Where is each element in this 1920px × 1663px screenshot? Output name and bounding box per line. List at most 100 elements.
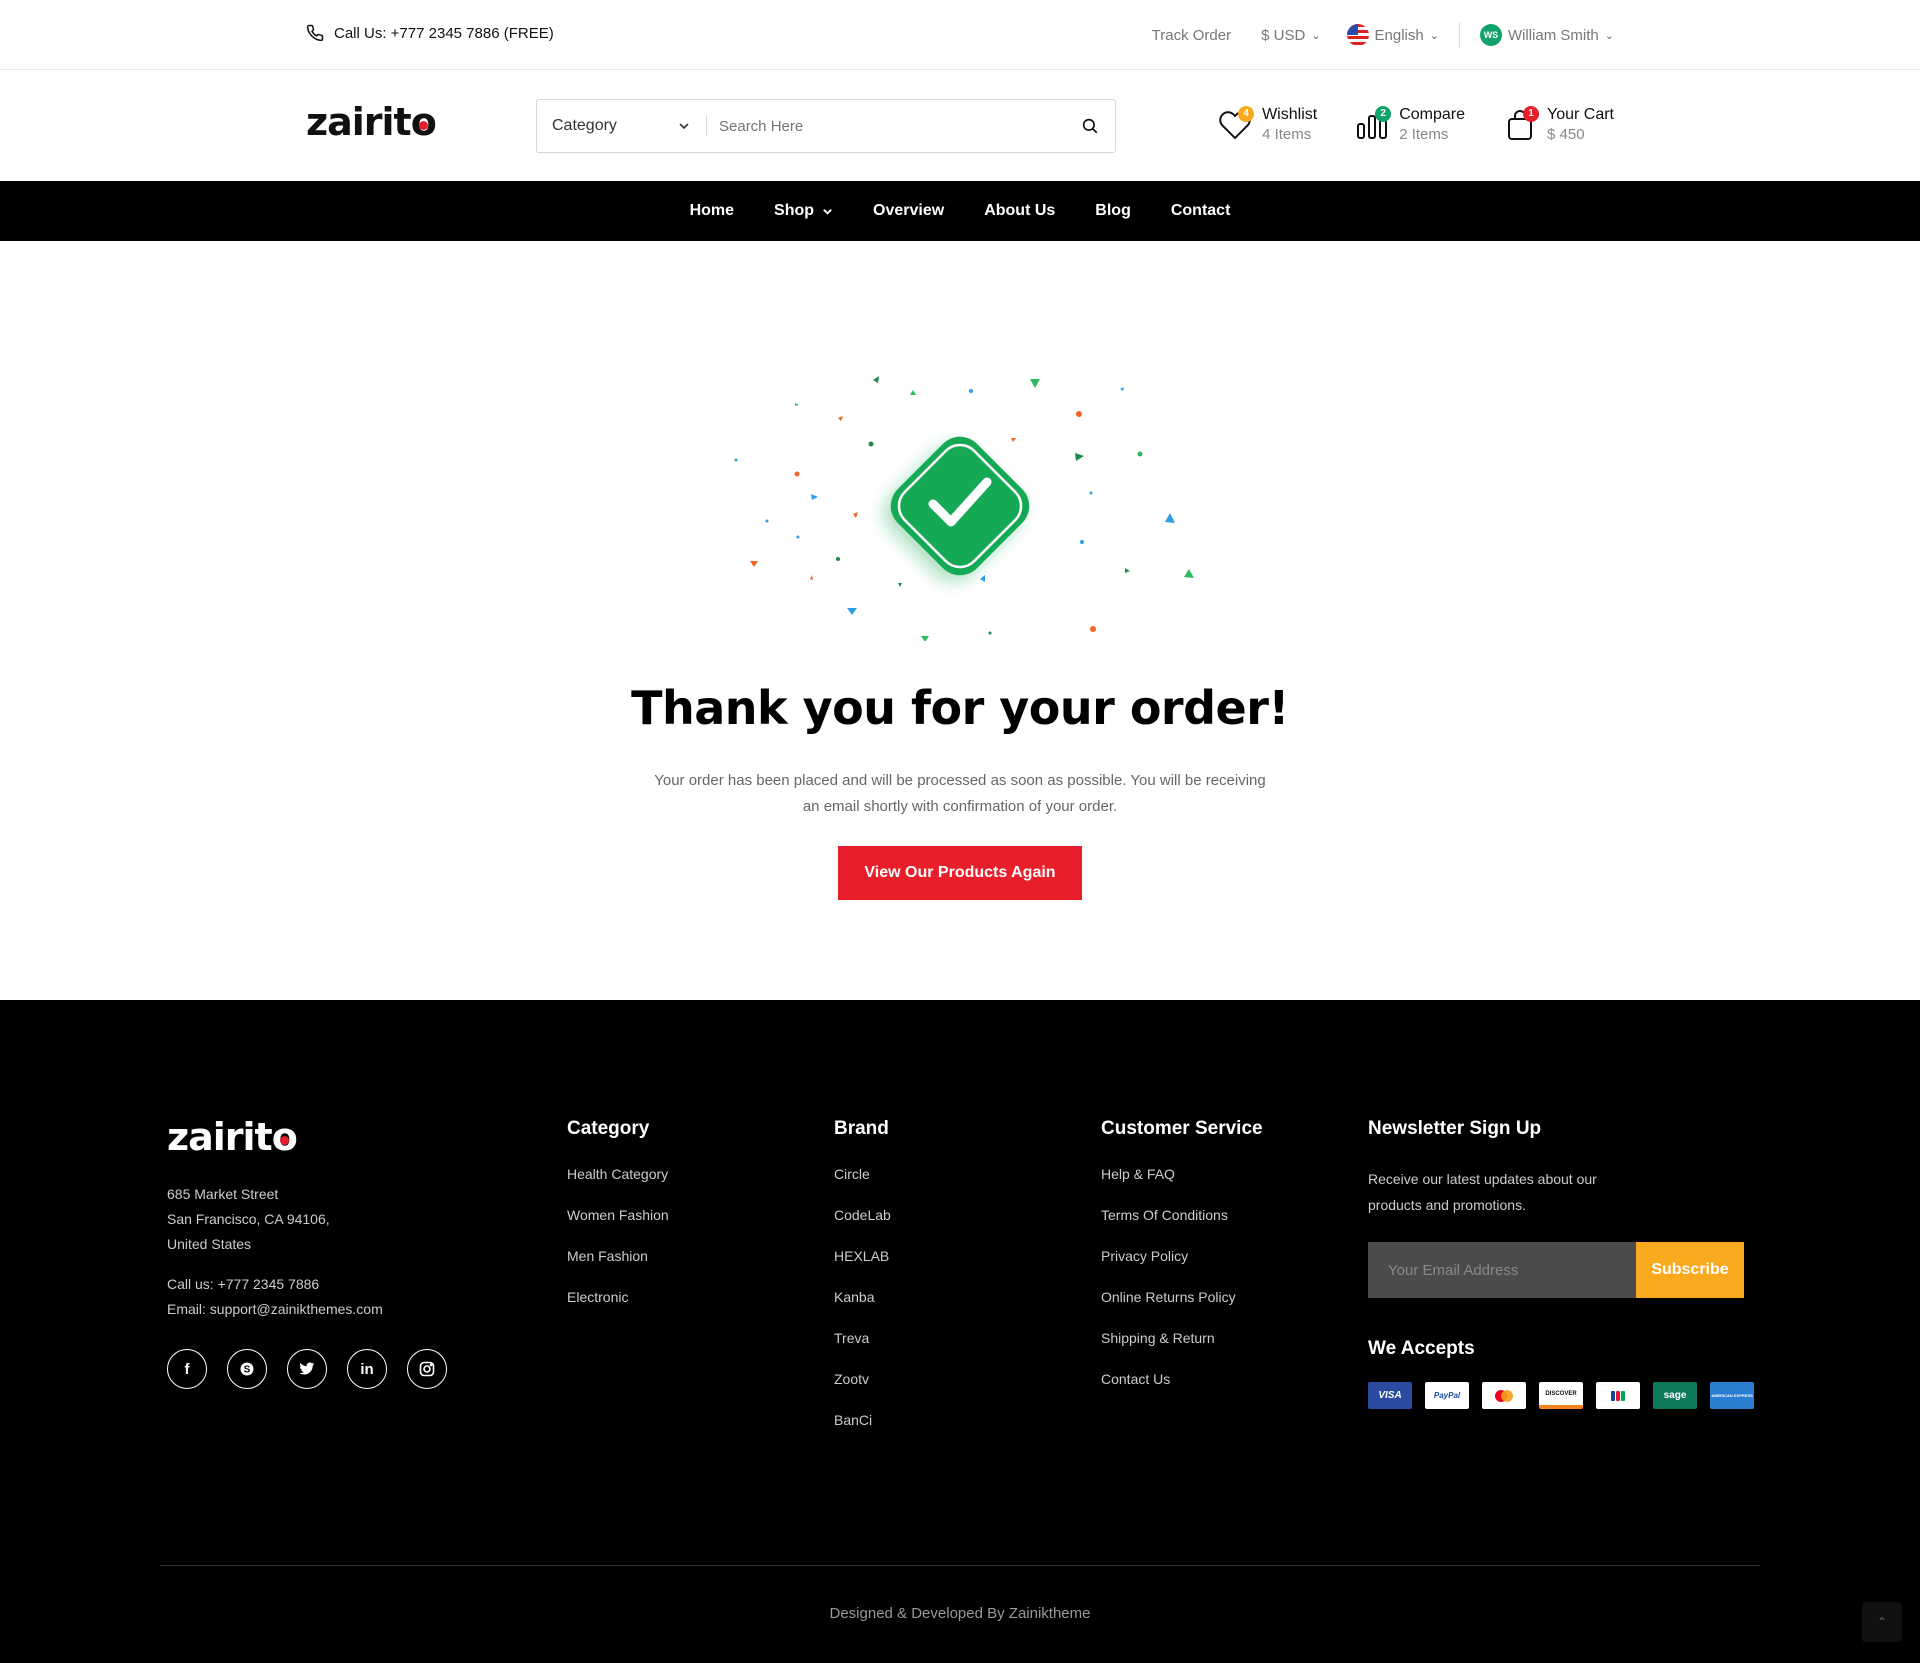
footer-link[interactable]: Terms Of Conditions: [1101, 1207, 1263, 1248]
footer-link[interactable]: BanCi: [834, 1412, 891, 1453]
payment-title: We Accepts: [1368, 1338, 1475, 1359]
footer-link[interactable]: Treva: [834, 1330, 891, 1371]
address-line: San Francisco, CA 94106,: [167, 1211, 330, 1227]
footer-link[interactable]: Online Returns Policy: [1101, 1289, 1263, 1330]
facebook-icon[interactable]: f: [167, 1349, 207, 1389]
search-icon: [1082, 118, 1098, 134]
footer-address: 685 Market Street San Francisco, CA 9410…: [167, 1182, 330, 1257]
language-selector[interactable]: English ⌄: [1346, 24, 1439, 46]
footer-link[interactable]: Zootv: [834, 1371, 891, 1412]
user-name: William Smith: [1507, 26, 1599, 44]
view-products-button[interactable]: View Our Products Again: [838, 846, 1082, 900]
footer-brand-column: Brand Circle CodeLab HEXLAB Kanba Treva …: [834, 1118, 891, 1453]
search-button[interactable]: [1065, 100, 1115, 152]
column-title: Brand: [834, 1118, 889, 1139]
compare-badge: 2: [1375, 105, 1392, 122]
svg-text:S: S: [244, 1365, 251, 1376]
amex-icon: AMERICAN EXPRESS: [1710, 1382, 1754, 1409]
nav-shop-label: Shop: [774, 202, 815, 219]
newsletter-text: Receive our latest updates about our pro…: [1368, 1171, 1597, 1213]
search-bar: Category: [536, 99, 1116, 153]
logo-dot-letter: o: [272, 1115, 298, 1159]
newsletter-email-input[interactable]: [1368, 1242, 1636, 1298]
category-label: Category: [552, 117, 617, 134]
skype-icon[interactable]: S: [227, 1349, 267, 1389]
visa-icon: VISA: [1368, 1382, 1412, 1409]
linkedin-icon[interactable]: in: [347, 1349, 387, 1389]
category-dropdown[interactable]: Category: [537, 115, 707, 137]
chevron-down-icon: [823, 208, 832, 215]
footer-link[interactable]: Help & FAQ: [1101, 1166, 1263, 1207]
footer-service-column: Customer Service Help & FAQ Terms Of Con…: [1101, 1118, 1263, 1412]
language-label: English: [1374, 26, 1424, 44]
column-title: Customer Service: [1101, 1118, 1263, 1139]
footer-link[interactable]: Circle: [834, 1166, 891, 1207]
nav-blog[interactable]: Blog: [1095, 202, 1131, 220]
footer-link[interactable]: HEXLAB: [834, 1248, 891, 1289]
newsletter-column: Newsletter Sign Up Receive our latest up…: [1368, 1118, 1754, 1409]
footer: zairito 685 Market Street San Francisco,…: [0, 1000, 1920, 1663]
footer-divider: [160, 1565, 1760, 1566]
compare-label: Compare: [1399, 106, 1465, 123]
confirmation-line: an email shortly with confirmation of yo…: [802, 798, 1118, 815]
copyright-text: Designed & Developed By Zainiktheme: [829, 1605, 1091, 1622]
logo-dot-icon: [418, 121, 428, 131]
search-input[interactable]: [707, 117, 1065, 135]
sage-icon: sage: [1653, 1382, 1697, 1409]
footer-link[interactable]: Shipping & Return: [1101, 1330, 1263, 1371]
payment-methods: VISA PayPal DISCOVER sage AMERICAN EXPRE…: [1368, 1382, 1754, 1409]
logo[interactable]: zairito: [306, 100, 437, 144]
discover-icon: DISCOVER: [1539, 1382, 1583, 1409]
top-bar: Call Us: +777 2345 7886 (FREE) Track Ord…: [0, 0, 1920, 70]
footer-link[interactable]: Privacy Policy: [1101, 1248, 1263, 1289]
currency-selector[interactable]: $ USD ⌄: [1261, 27, 1320, 44]
footer-link[interactable]: Kanba: [834, 1289, 891, 1330]
chevron-down-icon: ⌄: [1311, 29, 1321, 42]
confirmation-text: Your order has been placed and will be p…: [640, 768, 1280, 820]
nav-contact[interactable]: Contact: [1171, 202, 1231, 220]
success-illustration: [734, 376, 1194, 641]
compare-button[interactable]: 2 Compare 2 Items: [1355, 105, 1465, 143]
footer-link[interactable]: Electronic: [567, 1289, 669, 1330]
footer-link[interactable]: Contact Us: [1101, 1371, 1263, 1412]
footer-logo[interactable]: zairito: [167, 1115, 298, 1159]
nav-home[interactable]: Home: [690, 202, 734, 220]
footer-link[interactable]: Women Fashion: [567, 1207, 669, 1248]
cart-badge: 1: [1523, 105, 1539, 122]
chevron-down-icon: [679, 123, 689, 130]
confirmation-line: Your order has been placed and will be p…: [654, 772, 1266, 789]
wishlist-button[interactable]: 4 Wishlist 4 Items: [1218, 105, 1318, 143]
currency-label: $ USD: [1261, 26, 1306, 44]
footer-link[interactable]: Men Fashion: [567, 1248, 669, 1289]
nav-about[interactable]: About Us: [984, 202, 1055, 220]
instagram-icon[interactable]: [407, 1349, 447, 1389]
footer-link[interactable]: Health Category: [567, 1166, 669, 1207]
nav-shop[interactable]: Shop: [774, 202, 833, 220]
wishlist-label: Wishlist: [1262, 106, 1318, 123]
wishlist-count: 4 Items: [1262, 126, 1312, 143]
cart-button[interactable]: 1 Your Cart $ 450: [1503, 105, 1614, 143]
footer-link[interactable]: CodeLab: [834, 1207, 891, 1248]
subscribe-button[interactable]: Subscribe: [1636, 1242, 1744, 1298]
footer-email: Email: support@zainikthemes.com: [167, 1301, 383, 1317]
user-menu[interactable]: WS William Smith ⌄: [1479, 24, 1614, 46]
logo-dot-icon: [279, 1136, 289, 1146]
scroll-to-top-button[interactable]: ⌃: [1862, 1602, 1902, 1642]
chevron-up-icon: ⌃: [1876, 1615, 1888, 1629]
cart-label: Your Cart: [1547, 106, 1614, 123]
call-text: Call Us: +777 2345 7886 (FREE): [334, 24, 554, 42]
address-line: United States: [167, 1236, 252, 1252]
avatar: WS: [1479, 24, 1502, 46]
cart-total: $ 450: [1547, 126, 1585, 143]
wishlist-badge: 4: [1238, 105, 1255, 122]
divider: [1458, 22, 1460, 48]
page-title: Thank you for your order!: [631, 681, 1289, 735]
logo-dot-letter: o: [411, 100, 437, 144]
compare-count: 2 Items: [1399, 126, 1449, 143]
address-line: 685 Market Street: [167, 1186, 279, 1202]
main-nav: Home Shop Overview About Us Blog Contact: [0, 181, 1920, 241]
track-order-link[interactable]: Track Order: [1152, 27, 1231, 44]
newsletter-form: Subscribe: [1368, 1242, 1754, 1298]
twitter-icon[interactable]: [287, 1349, 327, 1389]
nav-overview[interactable]: Overview: [873, 202, 944, 220]
